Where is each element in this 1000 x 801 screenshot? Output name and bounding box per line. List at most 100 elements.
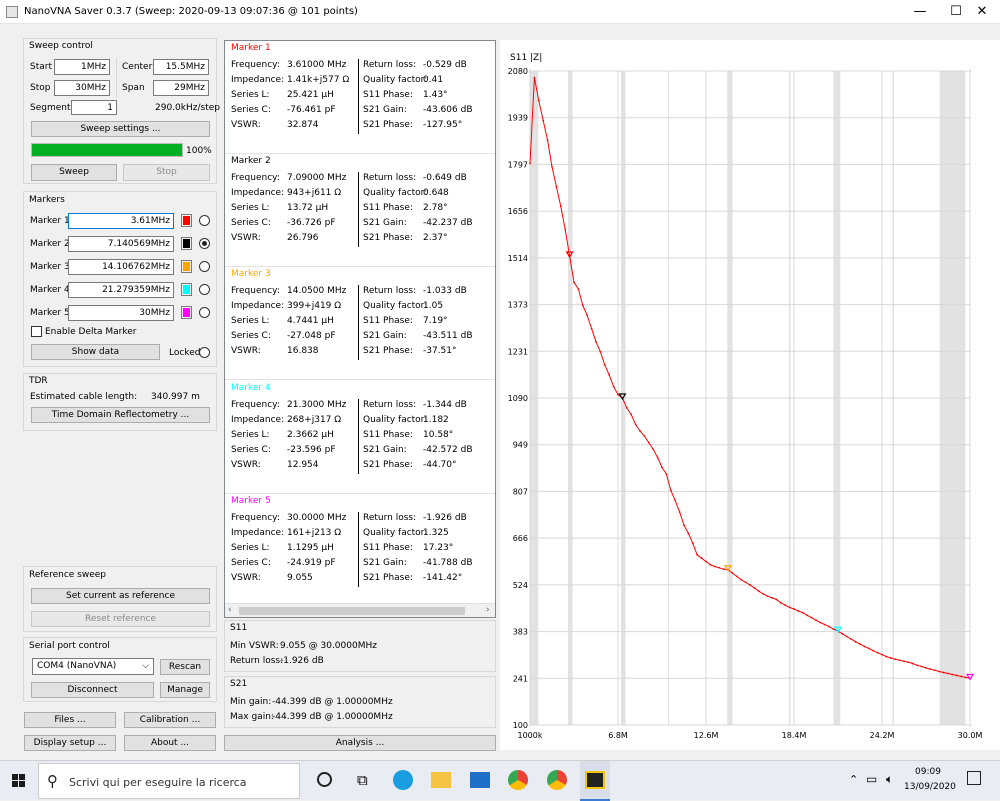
- marker-data-panel[interactable]: Marker 1 Frequency: 3.61000 MHz Impedance: 1…: [224, 40, 496, 618]
- marker-3-series_l-label: Series L:: [231, 316, 270, 326]
- calibration-button[interactable]: Calibration ...: [124, 712, 216, 728]
- marker-3-radio[interactable]: [199, 261, 210, 272]
- marker-5-radio[interactable]: [199, 307, 210, 318]
- marker-2-radio[interactable]: [199, 238, 210, 249]
- start-input[interactable]: 1MHz: [54, 59, 110, 75]
- marker-5-s21_phase-value: -141.42°: [423, 573, 463, 583]
- s11-data-point: [854, 640, 857, 643]
- s11-data-point: [537, 99, 540, 102]
- network-icon[interactable]: ▭: [866, 772, 877, 786]
- close-button[interactable]: ✕: [964, 0, 1000, 24]
- s11-data-point: [867, 647, 870, 650]
- max-gain-label: Max gain:: [230, 712, 274, 722]
- center-input[interactable]: 15.5MHz: [153, 59, 209, 75]
- set-reference-button[interactable]: Set current as reference: [31, 588, 210, 604]
- manage-button[interactable]: Manage: [160, 682, 210, 698]
- s11-data-point: [533, 76, 536, 79]
- marker-4-series_c-value: -23.596 pF: [287, 445, 336, 455]
- marker-5-label: Marker 5: [30, 308, 70, 318]
- marker-4-radio[interactable]: [199, 284, 210, 295]
- marker-5-color-button[interactable]: [181, 306, 192, 319]
- clock-date[interactable]: 13/09/2020: [904, 782, 956, 792]
- cortana-icon[interactable]: [317, 772, 332, 787]
- s11-data-point: [595, 340, 597, 343]
- marker-2-frequency-input[interactable]: 7.140569MHz: [68, 236, 174, 252]
- tdr-button[interactable]: Time Domain Reflectometry ...: [31, 407, 210, 423]
- marker-1-series_l-value: 25.421 µH: [287, 90, 334, 100]
- files-button[interactable]: Files ...: [24, 712, 116, 728]
- return-loss-value: -1.926 dB: [280, 656, 324, 666]
- marker-4-return_loss-label: Return loss:: [363, 400, 417, 410]
- analysis-button[interactable]: Analysis ...: [224, 735, 496, 751]
- s11-data-point: [832, 628, 835, 631]
- about-button[interactable]: About ...: [124, 735, 216, 751]
- sweep-button[interactable]: Sweep: [31, 164, 117, 181]
- notification-icon[interactable]: [967, 771, 981, 785]
- marker-2-color-button[interactable]: [181, 237, 192, 250]
- scroll-right-icon[interactable]: ›: [486, 605, 490, 615]
- s11-data-point: [806, 614, 809, 617]
- marker-2-s21_phase-label: S21 Phase:: [363, 233, 413, 243]
- marker-3-vswr-value: 16.838: [287, 346, 319, 356]
- marker-5-return_loss-value: -1.926 dB: [423, 513, 467, 523]
- search-icon: ⚲: [47, 772, 58, 790]
- marker-4-s21_phase-value: -44.70°: [423, 460, 457, 470]
- nanovna-saver-taskbar-button[interactable]: [580, 761, 610, 801]
- marker-4-color-button[interactable]: [181, 283, 192, 296]
- segments-input[interactable]: 1: [71, 100, 117, 115]
- marker-1-radio[interactable]: [199, 215, 210, 226]
- display-setup-button[interactable]: Display setup ...: [24, 735, 116, 751]
- s11-data-point: [665, 473, 668, 475]
- edge-icon[interactable]: [393, 770, 413, 790]
- marker-3-quality-label: Quality factor:: [363, 301, 428, 311]
- show-data-button[interactable]: Show data: [31, 344, 160, 360]
- minimize-button[interactable]: —: [902, 0, 938, 24]
- marker-1-frequency-input[interactable]: 3.61MHz: [68, 213, 174, 229]
- stop-button[interactable]: Stop: [123, 164, 210, 181]
- marker-3-frequency-input[interactable]: 14.106762MHz: [68, 259, 174, 275]
- mail-icon[interactable]: [470, 772, 490, 788]
- marker-4-details-title: Marker 4: [231, 383, 271, 393]
- horizontal-scrollbar[interactable]: ‹ ›: [225, 603, 495, 617]
- s11-data-point: [757, 590, 760, 593]
- marker-2-vswr-label: VSWR:: [231, 233, 261, 243]
- locked-radio[interactable]: [199, 347, 210, 358]
- s11-impedance-chart[interactable]: 2080 1939 1797 1656 1514 1373 1231 1090 949 807 66…: [500, 40, 1000, 750]
- marker-4-frequency-input[interactable]: 21.279359MHz: [68, 282, 174, 298]
- marker-4-return_loss-value: -1.344 dB: [423, 400, 467, 410]
- stop-input[interactable]: 30MHz: [54, 80, 110, 96]
- taskbar-search-box[interactable]: ⚲ Scrivi qui per eseguire la ricerca: [38, 763, 300, 799]
- marker-5-frequency-value: 30.0000 MHz: [287, 513, 347, 523]
- marker-3-color-button[interactable]: [181, 260, 192, 273]
- port-select[interactable]: COM4 (NanoVNA) ⌵: [32, 658, 154, 675]
- marker-1-color-button[interactable]: [181, 214, 192, 227]
- show-hidden-icons-icon[interactable]: ⌃: [849, 773, 858, 786]
- chrome-icon-2[interactable]: [547, 770, 567, 790]
- task-view-icon[interactable]: ⧉: [357, 771, 368, 789]
- marker-1-frequency-label: Frequency:: [231, 60, 280, 70]
- marker-5-series_c-value: -24.919 pF: [287, 558, 336, 568]
- delta-marker-checkbox[interactable]: [31, 326, 42, 337]
- disconnect-button[interactable]: Disconnect: [31, 682, 154, 698]
- marker-separator: [225, 379, 495, 380]
- marker-4-series_c-label: Series C:: [231, 445, 271, 455]
- span-input[interactable]: 29MHz: [153, 80, 209, 96]
- reset-reference-button[interactable]: Reset reference: [31, 611, 210, 627]
- min-vswr-value: 9.055 @ 30.0000MHz: [280, 641, 377, 651]
- scrollbar-thumb[interactable]: [239, 607, 465, 615]
- volume-icon[interactable]: 🔈︎: [886, 772, 893, 787]
- scroll-left-icon[interactable]: ‹: [228, 605, 232, 615]
- title-bar: NanoVNA Saver 0.3.7 (Sweep: 2020-09-13 0…: [0, 0, 1000, 24]
- marker-2-frequency-label: Frequency:: [231, 173, 280, 183]
- clock-time[interactable]: 09:09: [904, 767, 952, 777]
- y-tick-label: 100: [513, 721, 528, 730]
- rescan-button[interactable]: Rescan: [160, 659, 210, 675]
- sweep-settings-button[interactable]: Sweep settings ...: [31, 121, 210, 137]
- marker-5-frequency-input[interactable]: 30MHz: [68, 305, 174, 321]
- windows-start-icon[interactable]: [12, 774, 26, 788]
- chrome-icon[interactable]: [508, 770, 528, 790]
- file-explorer-icon[interactable]: [431, 772, 451, 788]
- s11-data-point: [942, 671, 945, 674]
- s11-data-point: [564, 228, 567, 231]
- s11-data-point: [841, 632, 844, 635]
